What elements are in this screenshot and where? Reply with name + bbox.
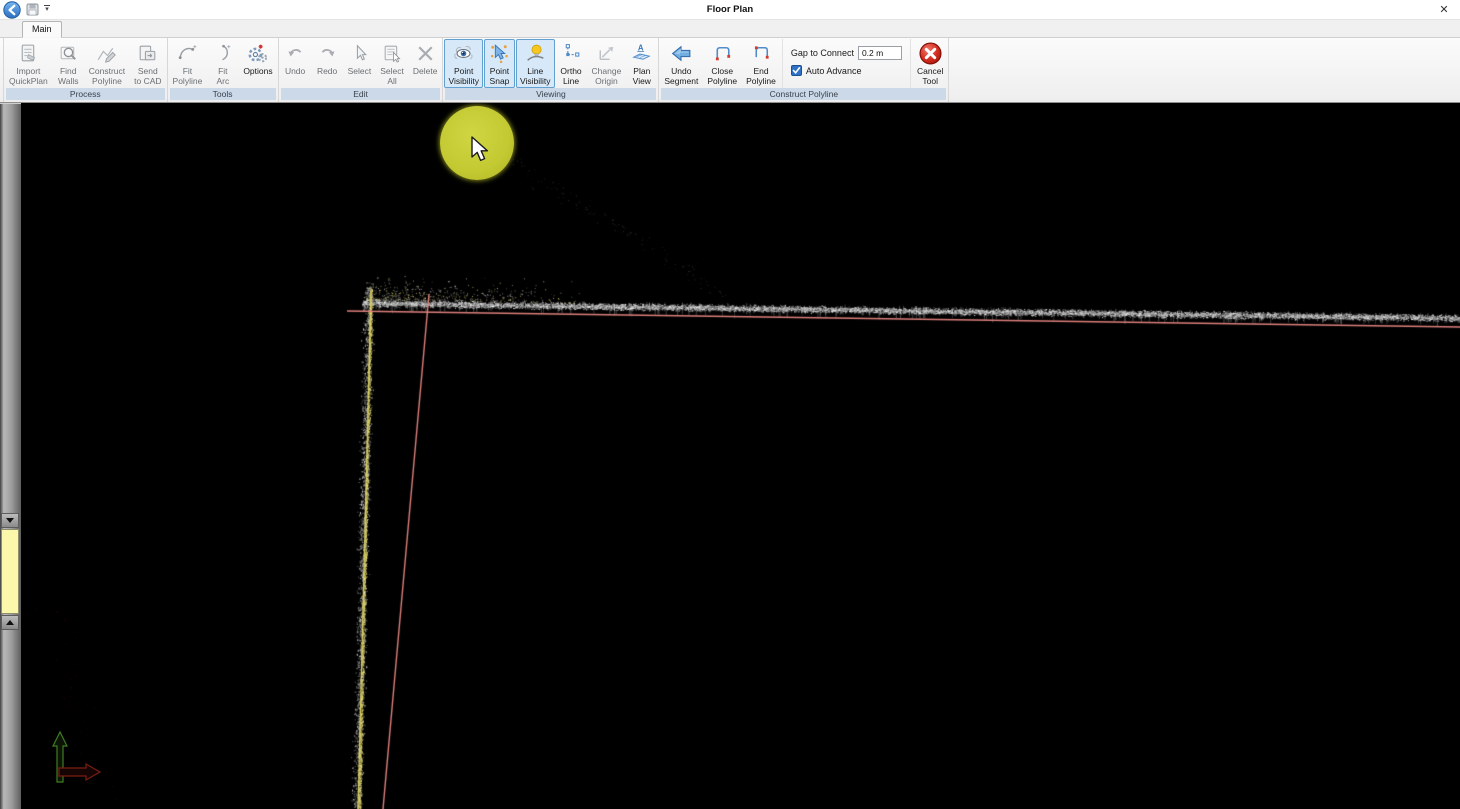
options-icon bbox=[246, 41, 269, 66]
group-label-tools: Tools bbox=[170, 88, 276, 100]
ribbon-button-options[interactable]: Options bbox=[239, 39, 276, 88]
change-origin-icon bbox=[595, 41, 618, 66]
ribbon-button-label: ChangeOrigin bbox=[592, 66, 622, 86]
triangle-down-icon bbox=[6, 518, 14, 523]
ribbon-button-delete[interactable]: Delete bbox=[409, 39, 442, 88]
ribbon-button-select[interactable]: Select bbox=[344, 39, 376, 88]
ribbon-button-label: ClosePolyline bbox=[707, 66, 737, 86]
ribbon-button-change-origin[interactable]: ChangeOrigin bbox=[588, 39, 626, 88]
construct-polyline-fields: Gap to Connect Auto Advance bbox=[782, 39, 911, 88]
end-polyline-icon bbox=[750, 41, 773, 66]
ribbon-button-label: FindWalls bbox=[58, 66, 78, 86]
ribbon-group-process: ImportQuickPlan FindWalls ConstructPolylin… bbox=[3, 38, 168, 102]
fit-polyline-icon bbox=[176, 41, 199, 66]
scroll-down-button[interactable] bbox=[1, 513, 19, 528]
ribbon-button-label: OrthoLine bbox=[560, 66, 581, 86]
ribbon-button-label: PlanView bbox=[633, 66, 651, 86]
window-title: Floor Plan bbox=[0, 0, 1460, 20]
gap-to-connect-input[interactable] bbox=[858, 46, 902, 60]
close-polyline-icon bbox=[711, 41, 734, 66]
tab-main[interactable]: Main bbox=[22, 21, 62, 38]
ribbon-button-line-visibility[interactable]: LineVisibility bbox=[516, 39, 555, 88]
ribbon-group-viewing: PointVisibility PointSnap LineVisibility Or… bbox=[443, 38, 659, 102]
orientation-axes bbox=[42, 726, 112, 798]
ribbon-group-edit: Undo Redo Select SelectAll Delete Edit bbox=[279, 38, 444, 102]
ribbon-button-end-polyline[interactable]: EndPolyline bbox=[742, 39, 780, 88]
construct-polyline-icon bbox=[95, 41, 118, 66]
fit-arc-icon bbox=[211, 41, 234, 66]
x-axis-arrow bbox=[59, 764, 100, 780]
ribbon-button-fit-arc[interactable]: FitArc bbox=[207, 39, 238, 88]
import-quickplan-icon bbox=[17, 41, 40, 66]
group-label-process: Process bbox=[6, 88, 165, 100]
line-visibility-icon bbox=[524, 41, 547, 66]
undo-icon bbox=[284, 41, 307, 66]
ribbon-button-ortho-line[interactable]: OrthoLine bbox=[556, 39, 587, 88]
ribbon-button-label: PointSnap bbox=[490, 66, 510, 86]
group-label-construct-polyline: Construct Polyline bbox=[661, 88, 946, 100]
ribbon-button-fit-polyline[interactable]: FitPolyline bbox=[169, 39, 207, 88]
ribbon: ImportQuickPlan FindWalls ConstructPolylin… bbox=[0, 38, 1460, 103]
ribbon-button-label: FitArc bbox=[216, 66, 229, 86]
redo-icon bbox=[316, 41, 339, 66]
group-label-viewing: Viewing bbox=[445, 88, 656, 100]
ribbon-button-point-snap[interactable]: PointSnap bbox=[484, 39, 515, 88]
ortho-line-icon bbox=[560, 41, 583, 66]
elevation-scrollbar[interactable] bbox=[0, 103, 21, 809]
svg-text:A: A bbox=[638, 43, 644, 52]
ribbon-button-undo[interactable]: Undo bbox=[280, 39, 311, 88]
ribbon-button-redo[interactable]: Redo bbox=[312, 39, 343, 88]
ribbon-button-label: UndoSegment bbox=[664, 66, 698, 86]
point-visibility-icon bbox=[452, 41, 475, 66]
ribbon-button-select-all[interactable]: SelectAll bbox=[376, 39, 408, 88]
ribbon-tab-row: Main bbox=[0, 20, 1460, 38]
ribbon-button-label: Select bbox=[348, 66, 372, 76]
ribbon-button-point-visibility[interactable]: PointVisibility bbox=[444, 39, 483, 88]
ribbon-button-label: PointVisibility bbox=[448, 66, 479, 86]
auto-advance-label: Auto Advance bbox=[806, 66, 862, 76]
ribbon-button-label: CancelTool bbox=[917, 66, 943, 86]
delete-icon bbox=[414, 41, 437, 66]
auto-advance-checkbox[interactable] bbox=[791, 65, 802, 76]
cancel-tool-icon bbox=[918, 41, 943, 66]
point-snap-icon bbox=[488, 41, 511, 66]
ribbon-button-label: ImportQuickPlan bbox=[9, 66, 48, 86]
floorplan-canvas[interactable] bbox=[0, 0, 1460, 809]
triangle-up-icon bbox=[6, 620, 14, 625]
ribbon-button-label: Delete bbox=[413, 66, 438, 76]
ribbon-button-undo-segment[interactable]: UndoSegment bbox=[660, 39, 702, 88]
close-button[interactable]: ✕ bbox=[1436, 2, 1452, 18]
find-walls-icon bbox=[57, 41, 80, 66]
ribbon-button-send-to-cad[interactable]: Sendto CAD bbox=[130, 39, 165, 88]
ribbon-group-construct-polyline: UndoSegment ClosePolyline EndPolyline Gap t… bbox=[659, 38, 949, 102]
ribbon-groups: ImportQuickPlan FindWalls ConstructPolylin… bbox=[0, 38, 1460, 102]
ribbon-button-label: Redo bbox=[317, 66, 337, 76]
ribbon-button-label: Sendto CAD bbox=[134, 66, 161, 86]
ribbon-button-label: LineVisibility bbox=[520, 66, 551, 86]
ribbon-button-label: EndPolyline bbox=[746, 66, 776, 86]
ribbon-group-tools: FitPolyline FitArc Options Tools bbox=[168, 38, 279, 102]
ribbon-button-label: SelectAll bbox=[380, 66, 404, 86]
select-icon bbox=[348, 41, 371, 66]
scroll-up-button[interactable] bbox=[1, 615, 19, 630]
plan-view-icon: A bbox=[630, 41, 653, 66]
ribbon-button-plan-view[interactable]: A PlanView bbox=[626, 39, 657, 88]
scrollbar-thumb[interactable] bbox=[1, 529, 19, 614]
ribbon-button-find-walls[interactable]: FindWalls bbox=[53, 39, 84, 88]
ribbon-button-label: ConstructPolyline bbox=[89, 66, 125, 86]
ribbon-button-cancel-tool[interactable]: CancelTool bbox=[913, 39, 947, 88]
mouse-cursor bbox=[471, 136, 497, 166]
send-to-cad-icon bbox=[136, 41, 159, 66]
ribbon-button-import-quickplan[interactable]: ImportQuickPlan bbox=[5, 39, 52, 88]
gap-to-connect-label: Gap to Connect bbox=[791, 48, 854, 58]
ribbon-button-label: FitPolyline bbox=[173, 66, 203, 86]
undo-segment-icon bbox=[670, 41, 693, 66]
ribbon-button-close-polyline[interactable]: ClosePolyline bbox=[703, 39, 741, 88]
ribbon-button-label: Undo bbox=[285, 66, 305, 76]
group-label-edit: Edit bbox=[281, 88, 441, 100]
ribbon-button-construct-polyline[interactable]: ConstructPolyline bbox=[85, 39, 129, 88]
ribbon-button-label: Options bbox=[243, 66, 272, 76]
select-all-icon bbox=[381, 41, 404, 66]
title-bar: ▾ Floor Plan ✕ bbox=[0, 0, 1460, 20]
